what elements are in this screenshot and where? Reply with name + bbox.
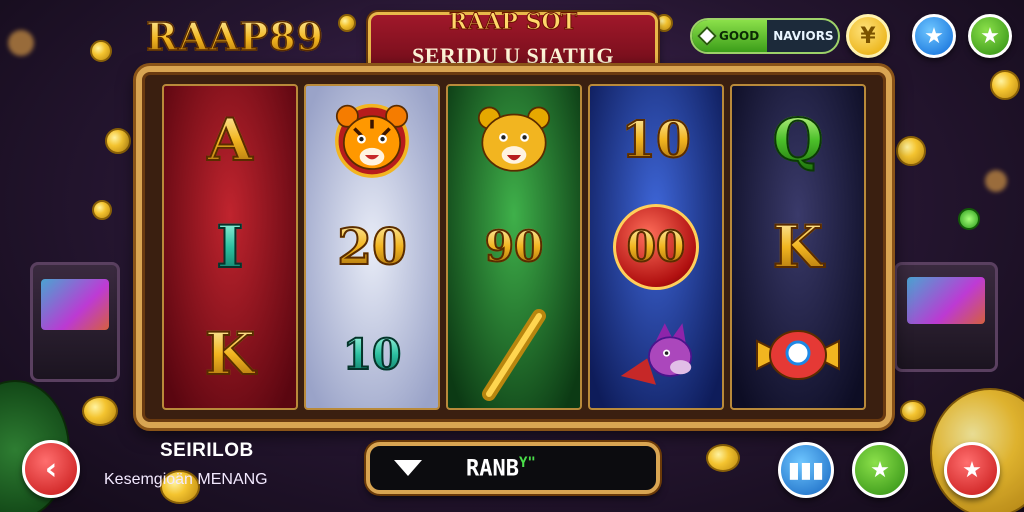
reel-1: A I K bbox=[162, 84, 298, 410]
green-star-button[interactable]: ★ bbox=[852, 442, 908, 498]
star-icon: ★ bbox=[924, 23, 944, 49]
chevron-left-icon: ‹ bbox=[44, 451, 58, 487]
symbol-00: 00 bbox=[590, 193, 722, 300]
menu-button[interactable]: ▮▮▮ bbox=[778, 442, 834, 498]
spin-text: RANBY" bbox=[466, 454, 536, 482]
coin bbox=[92, 200, 112, 220]
red-star-button[interactable]: ★ bbox=[944, 442, 1000, 498]
symbol-90: 90 bbox=[484, 221, 544, 272]
symbol-tiger bbox=[306, 86, 438, 193]
arcade-machine-left bbox=[30, 262, 120, 382]
arcade-machine-right bbox=[894, 262, 998, 372]
reel-5: Q K bbox=[730, 84, 866, 410]
symbol-torch bbox=[448, 300, 580, 407]
symbol-candy bbox=[732, 300, 864, 407]
gem-icon bbox=[697, 26, 717, 46]
red-orb: 00 bbox=[613, 203, 699, 290]
symbol-wolf bbox=[590, 300, 722, 407]
coin bbox=[82, 396, 118, 426]
down-arrow-icon bbox=[394, 460, 422, 476]
reel-3: 90 bbox=[446, 84, 582, 410]
coin bbox=[990, 70, 1020, 100]
reels: A I K 20 10 90 10 00 Q K bbox=[162, 84, 866, 410]
game-label: SEIRILOB bbox=[160, 440, 254, 461]
star-icon: ★ bbox=[870, 457, 890, 483]
symbol-lion bbox=[448, 86, 580, 193]
game-sublabel: Kesemgioän MENANG bbox=[104, 471, 268, 488]
symbol-20: 20 bbox=[336, 216, 408, 277]
banner-title: RAAP SOT bbox=[448, 9, 578, 36]
star-icon: ★ bbox=[962, 457, 982, 483]
game-logo: RAAP89 bbox=[145, 13, 325, 60]
star-button-green[interactable]: ★ bbox=[968, 14, 1012, 58]
back-button[interactable]: ‹ bbox=[22, 440, 80, 498]
lamp-glow-right bbox=[985, 170, 1007, 192]
wolf-icon bbox=[620, 323, 693, 385]
pill-right-label: NAVIORS bbox=[773, 29, 834, 43]
yen-icon: ¥ bbox=[860, 23, 876, 49]
bars-icon: ▮▮▮ bbox=[787, 457, 825, 483]
reel-4: 10 00 bbox=[588, 84, 724, 410]
pill-left-label: GOOD bbox=[719, 29, 760, 43]
candy-icon bbox=[756, 330, 840, 381]
tiger-icon bbox=[335, 103, 409, 178]
spin-bar[interactable]: RANBY" bbox=[366, 442, 660, 494]
coin bbox=[958, 208, 980, 230]
torch-icon bbox=[482, 309, 546, 402]
coin bbox=[706, 444, 740, 472]
yen-button[interactable]: ¥ bbox=[846, 14, 890, 58]
symbol-i: I bbox=[215, 212, 244, 282]
coin bbox=[338, 14, 356, 32]
leaf-star-icon: ★ bbox=[980, 23, 1000, 49]
symbol-k: K bbox=[204, 319, 256, 389]
lion-icon bbox=[477, 106, 551, 172]
lamp-glow-left bbox=[8, 30, 34, 56]
reel-2: 20 10 bbox=[304, 84, 440, 410]
star-button-blue[interactable]: ★ bbox=[912, 14, 956, 58]
coin bbox=[90, 40, 112, 62]
symbol-q: Q bbox=[772, 105, 825, 175]
symbol-10: 10 bbox=[342, 329, 402, 380]
symbol-a: A bbox=[206, 105, 253, 175]
coin bbox=[900, 400, 926, 422]
symbol-k-gold: K bbox=[772, 212, 824, 282]
coin bbox=[105, 128, 131, 154]
reel-frame: A I K 20 10 90 10 00 Q K bbox=[136, 66, 892, 428]
pill-left: GOOD bbox=[692, 20, 768, 52]
coin bbox=[896, 136, 926, 166]
balance-pill[interactable]: GOOD NAVIORS bbox=[690, 18, 840, 54]
symbol-10-blue: 10 bbox=[620, 109, 692, 170]
